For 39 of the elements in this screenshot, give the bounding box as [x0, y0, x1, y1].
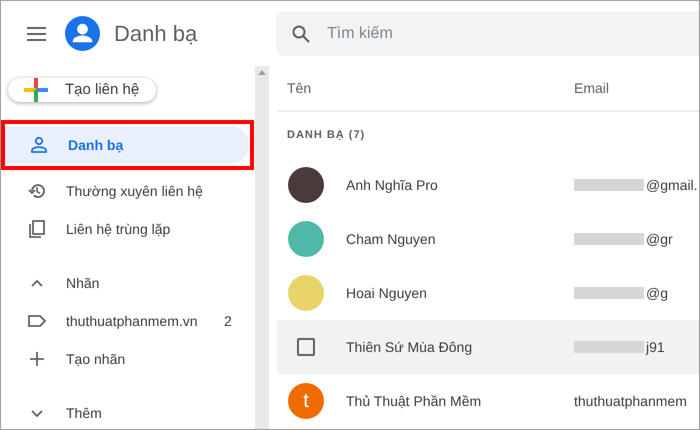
search-input: Tìm kiếm — [327, 22, 627, 46]
contact-email: j91 — [646, 338, 665, 357]
contact-name: Thiên Sứ Mùa Đông — [346, 338, 474, 357]
avatar-photo — [288, 167, 324, 203]
contact-email: @gr — [646, 230, 673, 249]
history-icon — [27, 181, 47, 201]
menu-icon[interactable] — [27, 26, 46, 40]
app-title: Danh bạ — [114, 20, 198, 48]
person-icon — [29, 135, 49, 155]
contact-row[interactable]: Thiên Sứ Mùa Đông j91 — [277, 320, 699, 374]
column-header: Email — [574, 78, 610, 98]
contact-name: Hoai Nguyen — [346, 284, 428, 303]
contact-name: Cham Nguyen — [346, 230, 436, 249]
search-icon — [292, 24, 310, 42]
section-toggle[interactable]: Thêm — [1, 394, 255, 429]
search-field[interactable]: Tìm kiếm — [276, 11, 699, 56]
sidebar-item[interactable]: Tạo nhãn — [1, 340, 255, 378]
sidebar-item[interactable]: Thường xuyên liên hệ — [1, 172, 249, 210]
sidebar-item[interactable]: Liên hệ trùng lặp — [1, 210, 249, 248]
column-header: Tên — [287, 78, 312, 98]
plus-icon — [27, 349, 47, 369]
contact-email: @gmail. — [646, 176, 698, 195]
avatar-photo — [288, 221, 324, 257]
letter-avatar: t — [288, 383, 324, 419]
sidebar-item[interactable]: thuthuatphanmem.vn 2 — [1, 302, 255, 340]
checkbox[interactable] — [297, 338, 315, 356]
contact-name: Anh Nghĩa Pro — [346, 176, 439, 195]
person-logo-icon — [65, 16, 100, 51]
avatar-photo — [288, 275, 324, 311]
scrollbar[interactable] — [255, 66, 269, 429]
plus-icon — [24, 78, 48, 102]
copy-icon — [27, 219, 47, 239]
contact-email: thuthuatphanmem — [574, 392, 687, 411]
section-toggle[interactable]: Nhãn — [1, 264, 255, 302]
contact-email: @g — [646, 284, 668, 303]
create-contact-button[interactable]: Tạo liên hệ — [8, 78, 156, 102]
sidebar-item[interactable]: Danh bạ — [5, 126, 249, 164]
contact-name: Thủ Thuật Phần Mềm — [346, 392, 482, 410]
group-heading: DANH BẠ (7) — [287, 128, 366, 143]
